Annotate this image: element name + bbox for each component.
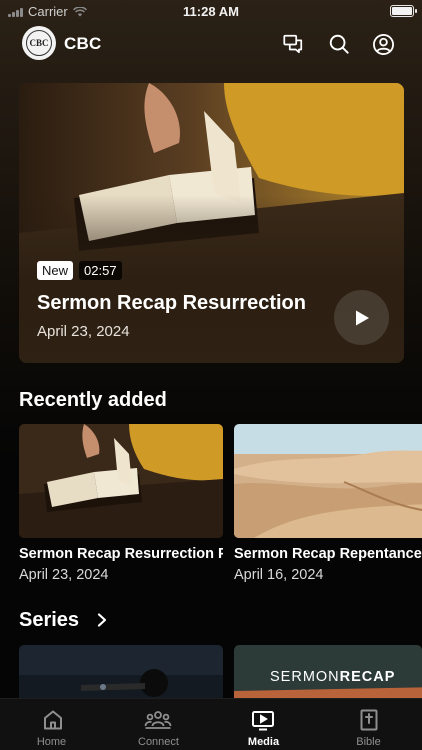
recent-thumbnail: [234, 424, 422, 538]
svg-text:SERMONRECAP: SERMONRECAP: [270, 669, 395, 685]
chat-icon[interactable]: [281, 32, 305, 56]
series-overlay-bold: RECAP: [340, 669, 396, 685]
battery-icon: [390, 5, 417, 17]
play-button[interactable]: [334, 290, 389, 345]
hero-date: April 23, 2024: [37, 323, 130, 340]
search-icon[interactable]: [327, 32, 351, 56]
status-time: 11:28 AM: [183, 4, 239, 19]
recent-card-date: April 16, 2024: [234, 567, 324, 583]
recent-card-title: Sermon Recap Resurrection Pa: [19, 546, 223, 562]
tab-label: Media: [247, 736, 280, 748]
tab-label: Home: [36, 736, 67, 748]
status-bar: Carrier 11:28 AM: [0, 0, 422, 22]
new-badge: New: [37, 261, 74, 280]
hero-badges: New 02:57: [37, 261, 122, 280]
media-icon: [252, 711, 274, 731]
tab-connect[interactable]: Connect: [106, 699, 211, 750]
featured-video-card[interactable]: New 02:57 Sermon Recap Resurrection Apri…: [19, 83, 404, 363]
duration-badge: 02:57: [79, 261, 122, 280]
series-card[interactable]: SERMONRECAP: [234, 645, 422, 705]
tab-home[interactable]: Home: [0, 699, 105, 750]
app-header: CBC CBC: [0, 26, 422, 62]
worship-image: [19, 645, 223, 705]
tab-label: Bible: [356, 736, 381, 748]
bible-icon: [360, 709, 378, 731]
recent-card-date: April 23, 2024: [19, 567, 109, 583]
tab-media[interactable]: Media: [211, 699, 316, 750]
home-icon: [44, 710, 62, 730]
brand-name: CBC: [64, 34, 102, 53]
recent-card[interactable]: Sermon Recap Resurrection Pa April 23, 2…: [19, 424, 223, 583]
tab-bar: Home Connect Media Bible: [0, 698, 422, 750]
recent-card-title: Sermon Recap Repentance: [234, 546, 422, 562]
recent-card[interactable]: Sermon Recap Repentance April 16, 2024: [234, 424, 422, 583]
tab-label: Connect: [138, 736, 179, 748]
church-logo[interactable]: CBC: [22, 26, 56, 60]
series-overlay-light: SERMON: [270, 669, 340, 685]
tab-bible[interactable]: Bible: [316, 699, 421, 750]
profile-icon[interactable]: [371, 32, 395, 56]
hero-title: Sermon Recap Resurrection: [37, 292, 306, 314]
people-icon: [144, 711, 172, 729]
sermon-recap-image: SERMONRECAP: [234, 645, 422, 705]
logo-text: CBC: [26, 30, 52, 56]
recent-thumbnail: [19, 424, 223, 538]
chevron-right-icon[interactable]: [95, 612, 109, 628]
series-title: Series: [19, 609, 80, 631]
series-card[interactable]: [19, 645, 223, 705]
recently-added-title: Recently added: [19, 389, 167, 411]
play-icon: [355, 310, 369, 325]
